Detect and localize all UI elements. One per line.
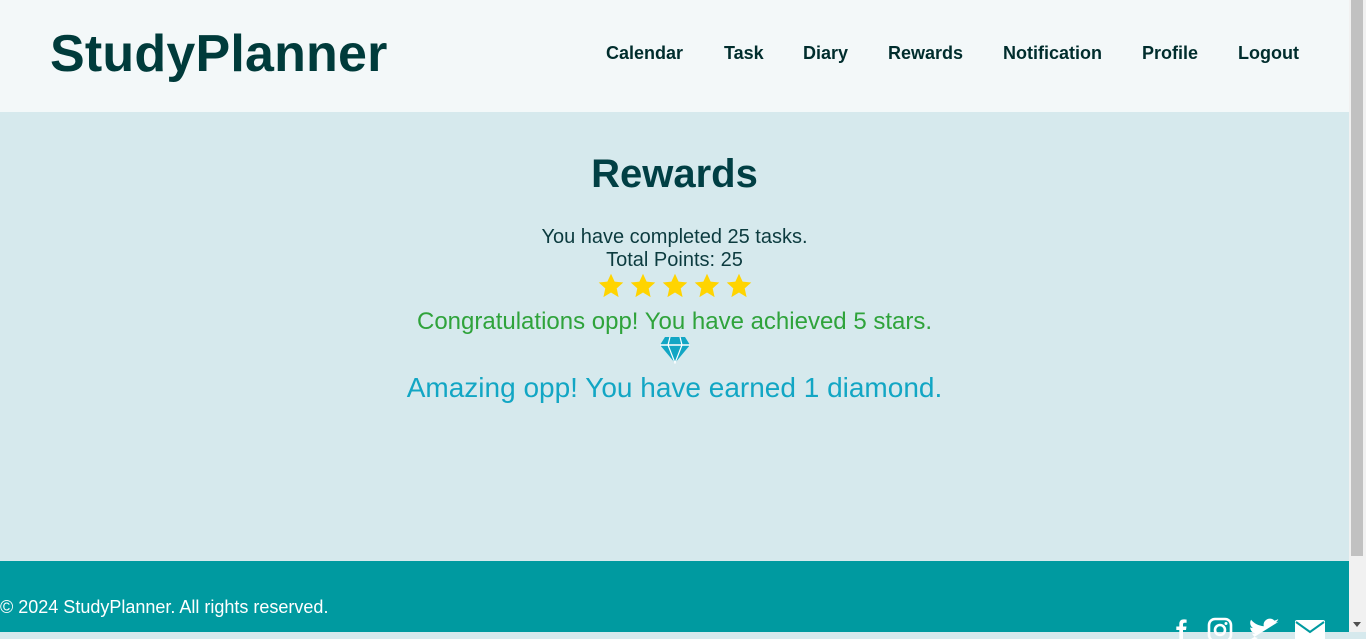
nav-task[interactable]: Task (724, 43, 764, 64)
diamond-icon (659, 336, 690, 364)
nav-notification[interactable]: Notification (1003, 43, 1102, 64)
email-icon[interactable] (1294, 617, 1326, 639)
social-links (1170, 617, 1326, 639)
total-points-text: Total Points: 25 (606, 249, 743, 271)
nav-logout[interactable]: Logout (1238, 43, 1299, 64)
congrats-message: Congratulations opp! You have achieved 5… (416, 308, 933, 335)
scroll-down-arrow-icon[interactable] (1353, 622, 1361, 627)
footer: © 2024 StudyPlanner. All rights reserved… (0, 561, 1349, 639)
star-icon (662, 273, 687, 298)
vertical-scrollbar[interactable] (1349, 0, 1366, 632)
completed-tasks-text: You have completed 25 tasks. (541, 226, 808, 248)
nav-rewards[interactable]: Rewards (888, 43, 963, 64)
twitter-icon[interactable] (1248, 617, 1280, 639)
page-title: Rewards (591, 152, 758, 196)
diamond-badge (0, 336, 1349, 364)
star-icon (694, 273, 719, 298)
instagram-icon[interactable] (1206, 617, 1234, 639)
star-icon (598, 273, 623, 298)
nav-calendar[interactable]: Calendar (606, 43, 683, 64)
diamond-message: Amazing opp! You have earned 1 diamond. (406, 372, 943, 403)
app-logo[interactable]: StudyPlanner (50, 24, 388, 84)
header: StudyPlanner Calendar Task Diary Rewards… (0, 0, 1349, 112)
rewards-panel: Rewards You have completed 25 tasks. Tot… (0, 112, 1349, 561)
star-rating (0, 272, 1349, 300)
facebook-icon[interactable] (1170, 617, 1192, 639)
copyright-text: © 2024 StudyPlanner. All rights reserved… (0, 597, 329, 617)
star-icon (726, 273, 751, 298)
scrollbar-thumb[interactable] (1351, 0, 1363, 556)
nav-profile[interactable]: Profile (1142, 43, 1198, 64)
nav-diary[interactable]: Diary (803, 43, 848, 64)
star-icon (630, 273, 655, 298)
